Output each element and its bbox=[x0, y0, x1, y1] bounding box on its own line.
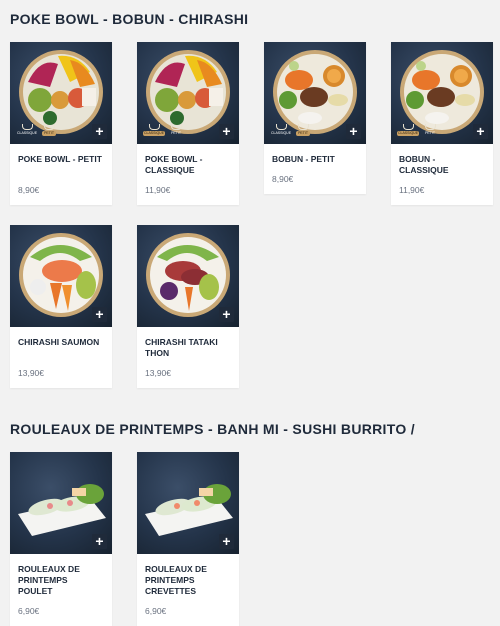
product-image: + bbox=[137, 452, 239, 554]
size-tags: CLASSIQUE PETIT bbox=[397, 124, 437, 136]
product-image: + bbox=[10, 452, 112, 554]
product-name: POKE BOWL - PETIT bbox=[18, 154, 102, 164]
add-to-cart-button[interactable]: + bbox=[92, 307, 107, 322]
product-price: 8,90€ bbox=[18, 185, 40, 195]
product-price: 13,90€ bbox=[18, 368, 44, 378]
section-title: ROULEAUX DE PRINTEMPS - BANH MI - SUSHI … bbox=[10, 421, 415, 437]
size-tag-classique: CLASSIQUE bbox=[270, 124, 292, 136]
add-to-cart-button[interactable]: + bbox=[92, 124, 107, 139]
add-to-cart-button[interactable]: + bbox=[219, 124, 234, 139]
product-name: CHIRASHI TATAKI THON bbox=[145, 337, 218, 358]
bowl-icon bbox=[43, 124, 55, 130]
product-card[interactable]: + CHIRASHI SAUMON 13,90€ bbox=[10, 225, 112, 388]
product-image: CLASSIQUE PETIT + bbox=[391, 42, 493, 144]
product-image: + bbox=[10, 225, 112, 327]
product-image: CLASSIQUE PETIT + bbox=[264, 42, 366, 144]
size-tag-petit: PETIT bbox=[169, 124, 183, 136]
section-title: POKE BOWL - BOBUN - CHIRASHI bbox=[10, 11, 249, 27]
product-price: 6,90€ bbox=[145, 606, 167, 616]
size-tags: CLASSIQUE PETIT bbox=[16, 124, 57, 136]
product-card[interactable]: CLASSIQUE PETIT + BOBUN - PETIT 8,90€ bbox=[264, 42, 366, 194]
size-tag-petit: PETIT bbox=[296, 124, 311, 136]
bowl-icon bbox=[402, 124, 414, 130]
size-tag-classique: CLASSIQUE bbox=[143, 124, 166, 136]
bowl-icon bbox=[21, 124, 33, 130]
product-image: + bbox=[137, 225, 239, 327]
product-card[interactable]: + CHIRASHI TATAKI THON 13,90€ bbox=[137, 225, 239, 388]
size-tag-petit: PETIT bbox=[423, 124, 437, 136]
add-to-cart-button[interactable]: + bbox=[473, 124, 488, 139]
add-to-cart-button[interactable]: + bbox=[219, 534, 234, 549]
product-image: CLASSIQUE PETIT + bbox=[137, 42, 239, 144]
product-name: ROULEAUX DE PRINTEMPS CREVETTES bbox=[145, 564, 207, 596]
product-name: POKE BOWL - CLASSIQUE bbox=[145, 154, 203, 175]
bowl-icon bbox=[148, 124, 160, 130]
product-card[interactable]: CLASSIQUE PETIT + POKE BOWL - CLASSIQUE … bbox=[137, 42, 239, 205]
product-price: 8,90€ bbox=[272, 174, 294, 184]
product-image: CLASSIQUE PETIT + bbox=[10, 42, 112, 144]
product-price: 13,90€ bbox=[145, 368, 171, 378]
product-name: BOBUN - PETIT bbox=[272, 154, 335, 164]
bowl-icon bbox=[424, 124, 436, 130]
add-to-cart-button[interactable]: + bbox=[92, 534, 107, 549]
product-name: ROULEAUX DE PRINTEMPS POULET bbox=[18, 564, 80, 596]
add-to-cart-button[interactable]: + bbox=[346, 124, 361, 139]
product-card[interactable]: CLASSIQUE PETIT + BOBUN - CLASSIQUE 11,9… bbox=[391, 42, 493, 205]
product-card[interactable]: + ROULEAUX DE PRINTEMPS POULET 6,90€ bbox=[10, 452, 112, 626]
size-tag-petit: PETIT bbox=[42, 124, 57, 136]
bowl-icon bbox=[275, 124, 287, 130]
size-tags: CLASSIQUE PETIT bbox=[270, 124, 311, 136]
bowl-icon bbox=[297, 124, 309, 130]
size-tag-classique: CLASSIQUE bbox=[397, 124, 420, 136]
size-tags: CLASSIQUE PETIT bbox=[143, 124, 183, 136]
size-tag-classique: CLASSIQUE bbox=[16, 124, 38, 136]
product-name: CHIRASHI SAUMON bbox=[18, 337, 100, 347]
product-price: 11,90€ bbox=[145, 185, 171, 195]
product-card[interactable]: CLASSIQUE PETIT + POKE BOWL - PETIT 8,90… bbox=[10, 42, 112, 205]
product-price: 11,90€ bbox=[399, 185, 425, 195]
bowl-icon bbox=[170, 124, 182, 130]
product-name: BOBUN - CLASSIQUE bbox=[399, 154, 449, 175]
product-card[interactable]: + ROULEAUX DE PRINTEMPS CREVETTES 6,90€ bbox=[137, 452, 239, 626]
add-to-cart-button[interactable]: + bbox=[219, 307, 234, 322]
product-price: 6,90€ bbox=[18, 606, 40, 616]
